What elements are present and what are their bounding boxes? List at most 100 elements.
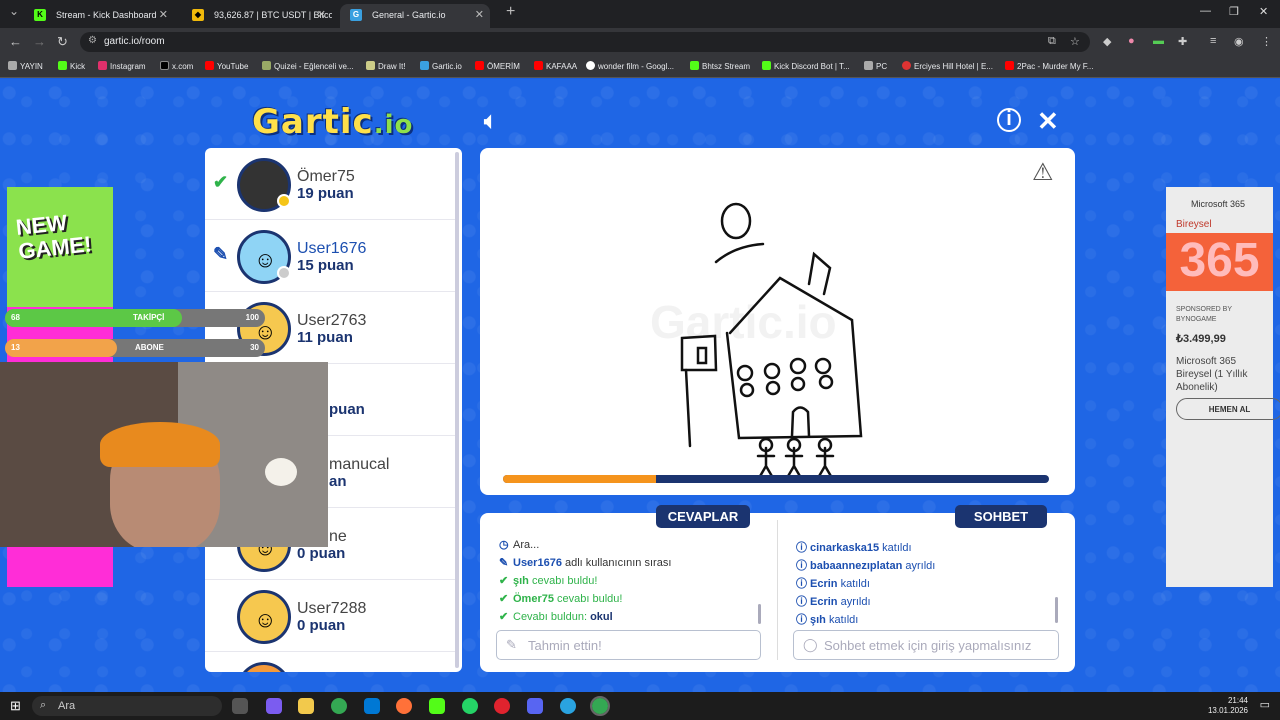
player-name: User1676 — [297, 240, 367, 257]
extension-icon[interactable]: ◆ — [1103, 35, 1111, 48]
telegram-icon[interactable] — [560, 698, 576, 714]
task-view-icon[interactable] — [232, 698, 248, 714]
youtube-icon — [1005, 61, 1014, 70]
chat-scrollbar[interactable] — [1055, 597, 1058, 623]
chat-username: şıh — [810, 614, 826, 626]
bookmark-item[interactable]: Kick — [58, 61, 85, 71]
chat-input[interactable]: ◯ Sohbet etmek için giriş yapmalısınız — [793, 630, 1059, 660]
chrome-icon[interactable] — [331, 698, 347, 714]
bookmark-item[interactable]: Instagram — [98, 61, 146, 71]
copilot-icon[interactable] — [266, 698, 282, 714]
scrollbar[interactable] — [455, 152, 459, 668]
player-name: User2763 — [297, 312, 367, 329]
minimize-icon[interactable]: — — [1200, 5, 1211, 17]
info-icon[interactable]: i — [997, 108, 1021, 132]
bookmark-item[interactable]: Quizei - Eğlenceli ve... — [262, 61, 354, 71]
media-icon[interactable]: ≡ — [1210, 35, 1216, 47]
puzzle-icon[interactable]: ✚ — [1178, 35, 1187, 48]
drawing-canvas[interactable]: Gartic.io — [480, 148, 1075, 495]
bookmark-item[interactable]: Draw It! — [366, 61, 406, 71]
notification-icon[interactable]: ▭ — [1260, 698, 1270, 711]
ad-buy-button[interactable]: HEMEN AL — [1176, 398, 1280, 420]
whatsapp-icon[interactable] — [462, 698, 478, 714]
status-dot — [277, 266, 291, 280]
guess-input[interactable]: ✎ Tahmin ettin! — [496, 630, 761, 660]
tab-gartic[interactable]: G General - Gartic.io ✕ — [340, 4, 490, 28]
reload-icon[interactable]: ↻ — [57, 34, 68, 50]
clock-date: 13.01.2026 — [1207, 706, 1248, 715]
ad-text: NEW GAME! — [14, 209, 93, 264]
answer-text: cevabı buldu! — [528, 575, 598, 587]
bookmark-item[interactable]: 2Pac - Murder My F... — [1005, 61, 1093, 71]
player-row[interactable] — [205, 652, 455, 672]
player-score: 11 puan — [297, 329, 353, 346]
tab-kick-dashboard[interactable]: K Stream - Kick Dashboard ✕ — [24, 4, 174, 28]
tab-title: 93,626.87 | BTC USDT | Bitcoin to... — [214, 10, 332, 20]
opera-icon[interactable] — [494, 698, 510, 714]
install-icon[interactable]: ⧉ — [1048, 35, 1056, 48]
file-explorer-icon[interactable] — [298, 698, 314, 714]
bookmark-item[interactable]: wonder film - Googl... — [586, 61, 674, 71]
bookmark-item[interactable]: Erciyes Hill Hotel | E... — [902, 61, 993, 71]
player-score: 0 puan — [297, 617, 346, 634]
bookmark-item[interactable]: YAYIN — [8, 61, 43, 71]
chrome-active-icon[interactable] — [590, 696, 610, 716]
outlook-icon[interactable] — [364, 698, 380, 714]
taskbar-search[interactable]: ⌕ Ara — [32, 696, 222, 716]
kick-app-icon[interactable] — [429, 698, 445, 714]
taskbar-clock[interactable]: 21:44 13.01.2026 — [1208, 696, 1248, 716]
tab-search-icon[interactable]: ⌄ — [9, 4, 19, 18]
discord-icon[interactable] — [527, 698, 543, 714]
tab-btc[interactable]: ◆ 93,626.87 | BTC USDT | Bitcoin to... ✕ — [182, 4, 332, 28]
answer-username: User1676 — [513, 557, 562, 569]
bookmark-item[interactable]: YouTube — [205, 61, 248, 71]
bookmark-item[interactable]: Gartic.io — [420, 61, 462, 71]
new-tab-icon[interactable]: + — [506, 3, 515, 21]
restore-icon[interactable]: ❐ — [1229, 5, 1239, 18]
player-row[interactable]: ✔ Ömer75 19 puan — [205, 148, 455, 220]
site-info-icon[interactable]: ⚙ — [88, 35, 97, 46]
answers-scrollbar[interactable] — [758, 604, 761, 624]
chat-message: ⓘ Ecrin ayrıldı — [796, 593, 871, 609]
player-row[interactable]: ☺ User7288 0 puan — [205, 580, 455, 652]
chat-text: ayrıldı — [902, 560, 936, 572]
address-bar[interactable]: ⚙ gartic.io/room — [80, 32, 1090, 52]
webcam-overlay — [0, 362, 328, 547]
bookmark-item[interactable]: PC — [864, 61, 887, 71]
player-name: User7288 — [297, 600, 367, 617]
bookmark-item[interactable]: Bhtsz Stream — [690, 61, 750, 71]
ad-right[interactable]: Microsoft 365 Bireysel 365 SPONSORED BY … — [1166, 187, 1280, 587]
info-icon: ⓘ — [796, 596, 807, 608]
check-icon: ✔ — [213, 172, 229, 192]
extension-icon[interactable]: ▬ — [1153, 35, 1164, 47]
ad-brand: Microsoft 365 — [1191, 199, 1246, 209]
windows-start-icon[interactable]: ⊞ — [10, 698, 21, 714]
close-tab-icon[interactable]: ✕ — [475, 8, 484, 21]
bookmark-item[interactable]: ÖMERİM — [475, 61, 520, 71]
bookmark-item[interactable]: KAFAAA — [534, 61, 577, 71]
player-name: ne — [329, 528, 347, 545]
close-icon[interactable]: ✕ — [1037, 106, 1059, 137]
extension-icon[interactable]: ● — [1128, 35, 1135, 47]
close-tab-icon[interactable]: ✕ — [159, 8, 168, 21]
bookmark-star-icon[interactable]: ☆ — [1070, 35, 1080, 48]
bookmark-item[interactable]: Kick Discord Bot | T... — [762, 61, 850, 71]
report-warning-icon[interactable]: ⚠︎ — [1032, 158, 1054, 187]
check-icon: ✔ — [499, 593, 509, 605]
player-row[interactable]: ✎ ☺ User1676 15 puan — [205, 220, 455, 292]
sound-icon[interactable]: 🔈︎ — [484, 108, 497, 134]
close-tab-icon[interactable]: ✕ — [317, 8, 326, 21]
menu-icon[interactable]: ⋮ — [1261, 35, 1272, 48]
bookmark-item[interactable]: x.com — [160, 61, 193, 71]
player-score: puan — [329, 401, 365, 418]
close-window-icon[interactable]: ✕ — [1259, 5, 1268, 18]
check-icon: ✔ — [499, 575, 509, 587]
drawit-icon — [366, 61, 375, 70]
back-icon[interactable]: ← — [9, 34, 22, 49]
profile-icon[interactable]: ◉ — [1234, 35, 1244, 48]
firefox-icon[interactable] — [396, 698, 412, 714]
answer-prefix: Cevabı buldun: — [513, 611, 591, 623]
pencil-icon: ✎ — [506, 637, 517, 652]
youtube-icon — [475, 61, 484, 70]
forward-icon[interactable]: → — [33, 34, 46, 49]
